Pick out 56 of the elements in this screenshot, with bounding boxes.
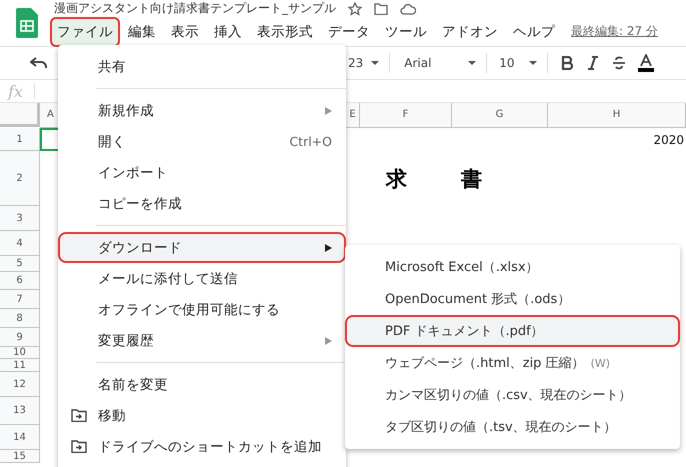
row-header[interactable]: 3 <box>0 206 40 231</box>
menu-item[interactable]: 新規作成 <box>58 95 346 126</box>
formula-label: fx <box>8 82 24 100</box>
menu-item[interactable]: ツール <box>378 16 434 46</box>
menu-item[interactable]: 名前を変更 <box>58 369 346 400</box>
column-header[interactable]: F <box>360 103 452 128</box>
row-header[interactable]: 14 <box>0 425 40 450</box>
menu-item[interactable]: コピーを作成 <box>58 188 346 219</box>
last-edit-link[interactable]: 最終編集: 27 分 <box>571 23 658 40</box>
shortcut-hint: (W) <box>590 356 610 370</box>
menu-item[interactable]: ヘルプ <box>506 16 562 46</box>
menu-item[interactable]: カンマ区切りの値（.csv、現在のシート） <box>345 379 680 411</box>
number-format-dropdown[interactable]: 23 <box>348 56 364 70</box>
table-cell-text: 2020 <box>652 132 685 146</box>
menu-item[interactable]: オフラインで使用可能にする <box>58 294 346 325</box>
row-header[interactable]: 12 <box>0 372 40 397</box>
menu-item[interactable]: 表示 <box>164 16 206 46</box>
column-header[interactable]: E <box>346 103 360 128</box>
menu-item[interactable]: ファイル <box>50 16 120 46</box>
shortcut-text: Ctrl+O <box>289 134 332 149</box>
row-header[interactable]: 8 <box>0 309 40 328</box>
menu-item[interactable]: 変更履歴 <box>58 325 346 356</box>
row-header[interactable]: 1 <box>0 128 40 151</box>
menu-item[interactable]: データ <box>321 16 377 46</box>
heading-text: 求 書 <box>386 166 486 192</box>
menu-item[interactable]: ドライブへのショートカットを追加 <box>58 431 346 462</box>
row-header[interactable]: 5 <box>0 256 40 272</box>
menu-item[interactable]: タブ区切りの値（.tsv、現在のシート） <box>345 411 680 443</box>
menu-item[interactable]: 移動 <box>58 400 346 431</box>
menu-item[interactable]: メールに添付して送信 <box>58 263 346 294</box>
menu-item[interactable]: ダウンロード <box>58 232 346 263</box>
font-dropdown[interactable]: Arial <box>404 56 460 70</box>
menu-item[interactable]: 共有 <box>58 51 346 82</box>
row-header[interactable]: 2 <box>0 151 40 206</box>
column-header[interactable]: G <box>452 103 548 128</box>
row-header[interactable]: 10 <box>0 347 40 359</box>
row-header[interactable]: 4 <box>0 231 40 256</box>
document-title[interactable]: 漫画アシスタント向け請求書テンプレート_サンプル <box>54 0 336 17</box>
row-header[interactable]: 15 <box>0 450 40 463</box>
menu-item[interactable]: インポート <box>58 157 346 188</box>
row-header[interactable]: 11 <box>0 359 40 372</box>
row-header[interactable]: 13 <box>0 397 40 425</box>
font-size-dropdown[interactable]: 10 <box>499 56 522 70</box>
menu-item[interactable]: 挿入 <box>207 16 249 46</box>
menu-item[interactable]: PDF ドキュメント（.pdf） <box>345 315 680 347</box>
menu-item[interactable]: 表示形式 <box>250 16 320 46</box>
menu-item[interactable]: Microsoft Excel（.xlsx） <box>345 251 680 283</box>
menu-item[interactable]: アドオン <box>435 16 505 46</box>
menu-item[interactable]: 編集 <box>121 16 163 46</box>
menu-item[interactable]: ウェブページ（.html、zip 圧縮） (W) <box>345 347 680 379</box>
menu-item[interactable]: OpenDocument 形式（.ods） <box>345 283 680 315</box>
column-header[interactable]: H <box>548 103 686 128</box>
row-header[interactable]: 9 <box>0 328 40 347</box>
row-header[interactable]: 6 <box>0 272 40 290</box>
menu-item[interactable]: 開く Ctrl+O <box>58 126 346 157</box>
row-header[interactable]: 7 <box>0 290 40 309</box>
